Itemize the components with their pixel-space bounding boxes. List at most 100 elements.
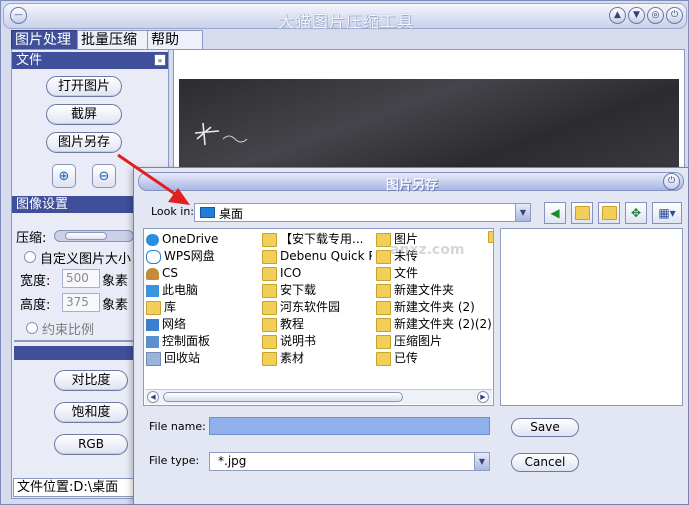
image-settings-title: 图像设置 (16, 197, 69, 212)
dialog-title-bar: 图片另存 ⏻ (138, 172, 684, 193)
preview-image (179, 79, 679, 169)
screenshot-button[interactable]: 截屏 (46, 104, 122, 125)
folder-icon (262, 334, 277, 349)
folder-icon (376, 334, 391, 349)
look-in-dropdown-icon[interactable]: ▼ (515, 204, 530, 221)
list-item[interactable]: 素材 (262, 350, 304, 367)
list-item[interactable]: Debenu Quick PD... (262, 248, 372, 265)
scroll-left-icon[interactable]: ◀ (147, 391, 159, 403)
tab-batch-compress[interactable]: 批量压缩 (77, 30, 151, 50)
collapse-section-icon[interactable]: » (154, 54, 166, 66)
save-image-as-button[interactable]: 图片另存 (46, 132, 122, 153)
saturation-button[interactable]: 饱和度 (54, 402, 128, 423)
list-item[interactable]: 压缩图片 (376, 333, 442, 350)
cancel-button[interactable]: Cancel (511, 453, 579, 472)
list-item[interactable]: 新建文件夹 (376, 282, 454, 299)
folder-icon (262, 300, 277, 315)
folder-icon (262, 283, 277, 298)
folder-icon (262, 266, 277, 281)
list-item[interactable]: 说明书 (262, 333, 316, 350)
file-type-combo[interactable]: *.jpg ▼ (209, 452, 490, 471)
list-item[interactable]: OneDrive (146, 231, 218, 248)
zoom-out-icon[interactable]: ⊖ (92, 164, 116, 188)
list-item[interactable]: WPS网盘 (146, 248, 215, 265)
open-image-button[interactable]: 打开图片 (46, 76, 122, 97)
file-name-input[interactable] (209, 417, 490, 435)
look-in-value: 桌面 (219, 207, 244, 221)
title-bar: — 大猫图片压缩工具 ▲ ▼ ◎ ⏻ (3, 3, 687, 31)
rgb-button[interactable]: RGB (54, 434, 128, 455)
file-column-2: 【安下载专用... Debenu Quick PD... ICO 安下载 河东软… (260, 231, 372, 371)
folder-icon (262, 351, 277, 366)
list-item[interactable]: 新建文件夹 (2)(2) (376, 316, 492, 333)
list-item[interactable]: CS (146, 265, 178, 282)
list-item[interactable]: ICO (262, 265, 301, 282)
constrain-ratio-label: 约束比例 (42, 323, 95, 338)
list-item[interactable]: 新建文件夹 (2) (376, 299, 475, 316)
list-item[interactable]: 控制面板 (146, 333, 210, 350)
save-button[interactable]: Save (511, 418, 579, 437)
constrain-ratio-checkbox[interactable] (26, 322, 38, 334)
scrollbar-thumb[interactable] (163, 392, 403, 402)
list-item[interactable]: 网络 (146, 316, 186, 333)
scroll-right-icon[interactable]: ▶ (477, 391, 489, 403)
folder-icon (488, 231, 494, 243)
save-button-label: Save (530, 420, 560, 434)
tab-help[interactable]: 帮助 (147, 30, 203, 50)
save-as-dialog: 图片另存 ⏻ Look in: 桌面 ▼ ◀ ✥ ▦▾ OneDrive WPS… (133, 167, 689, 505)
cancel-button-label: Cancel (524, 455, 566, 469)
collapse-icon[interactable]: ▲ (609, 7, 626, 24)
list-item[interactable]: 已传 (376, 350, 418, 367)
close-icon[interactable]: ⏻ (666, 7, 683, 24)
folder-icon (376, 351, 391, 366)
horizontal-scrollbar[interactable]: ◀ ▶ (145, 389, 492, 404)
tab-image-processing[interactable]: 图片处理 (11, 30, 81, 50)
folder-icon (376, 266, 391, 281)
up-folder-icon[interactable] (571, 202, 593, 224)
custom-size-radio[interactable] (24, 251, 36, 263)
list-item[interactable]: 安下载 (262, 282, 316, 299)
file-type-value: *.jpg (218, 454, 247, 468)
width-label: 宽度: (20, 274, 51, 289)
dialog-close-icon[interactable]: ⏻ (663, 173, 680, 190)
height-unit: 象素 (102, 298, 129, 313)
minimize-icon[interactable]: ▼ (628, 7, 645, 24)
list-item[interactable]: 教程 (262, 316, 304, 333)
new-folder-icon[interactable] (598, 202, 620, 224)
recycle-bin-icon (146, 351, 161, 366)
look-in-combo[interactable]: 桌面 ▼ (194, 203, 531, 222)
compress-slider[interactable] (54, 230, 134, 242)
maximize-icon[interactable]: ◎ (647, 7, 664, 24)
wps-cloud-icon (146, 249, 161, 264)
height-input[interactable]: 375 (62, 293, 100, 312)
list-item[interactable]: 【安下载专用... (262, 231, 363, 248)
view-menu-icon[interactable]: ▦▾ (652, 202, 682, 224)
list-item[interactable]: 此电脑 (146, 282, 198, 299)
file-type-dropdown-icon[interactable]: ▼ (474, 453, 489, 470)
back-icon[interactable]: ◀ (544, 202, 566, 224)
menu-bar: 图片处理 批量压缩 帮助 (11, 30, 203, 50)
contrast-button[interactable]: 对比度 (54, 370, 128, 391)
file-section-header: 文件 (12, 52, 168, 69)
list-item[interactable]: 文件 (376, 265, 418, 282)
folder-icon (262, 232, 277, 247)
compress-label: 压缩: (16, 231, 47, 246)
list-item[interactable]: 库 (146, 299, 176, 316)
desktop-view-icon[interactable]: ✥ (625, 202, 647, 224)
preview-pane (500, 228, 683, 406)
folder-icon (376, 249, 391, 264)
width-input[interactable]: 500 (62, 269, 100, 288)
computer-icon (146, 284, 159, 297)
compress-slider-thumb[interactable] (65, 232, 107, 240)
library-icon (146, 300, 161, 315)
look-in-label: Look in: (151, 205, 194, 218)
desktop-icon (200, 207, 215, 218)
network-icon (146, 318, 159, 331)
file-name-label: File name: (149, 420, 206, 433)
folder-icon (262, 317, 277, 332)
list-item[interactable]: 回收站 (146, 350, 200, 367)
width-unit: 象素 (102, 274, 129, 289)
app-title: 大猫图片压缩工具 (277, 12, 414, 31)
list-item[interactable]: 河东软件园 (262, 299, 340, 316)
zoom-in-icon[interactable]: ⊕ (52, 164, 76, 188)
